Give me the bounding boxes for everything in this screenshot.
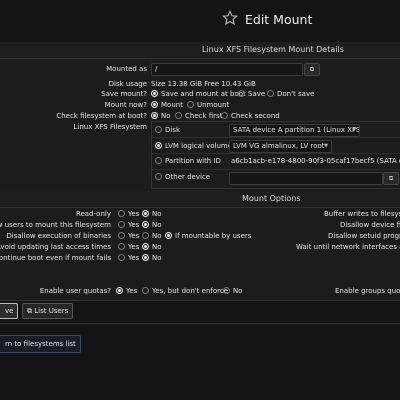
- mount-now-option-0[interactable]: Mount: [151, 100, 183, 109]
- radio-icon: [142, 253, 149, 261]
- radio-icon: [175, 111, 182, 119]
- mounted-as-input[interactable]: /: [151, 63, 303, 76]
- noexec-label: Disallow execution of binaries: [6, 232, 111, 240]
- save-mount-option-1[interactable]: Save: [238, 89, 265, 98]
- radio-icon: [151, 100, 158, 108]
- radio-icon: [118, 231, 125, 239]
- buffer-writes-label: Buffer writes to filesyste: [324, 210, 400, 218]
- group-quotas-label: Enable groups quota: [335, 287, 400, 295]
- noexec-option-no[interactable]: No: [142, 231, 162, 240]
- disk-select[interactable]: SATA device A partition 1 (Linux XFS) ▼: [229, 124, 360, 137]
- radio-icon: [142, 286, 149, 294]
- save-button[interactable]: ve: [0, 303, 19, 319]
- fs-source-option-other[interactable]: Other device: [155, 172, 210, 181]
- read-only-option-no[interactable]: No: [142, 209, 162, 218]
- mount-details-heading: Linux XFS Filesystem Mount Details: [202, 45, 344, 54]
- radio-icon: [155, 125, 162, 133]
- page-header: Edit Mount: [0, 0, 400, 40]
- disk-usage-label: Disk usage: [108, 80, 147, 88]
- fs-source-label: Linux XFS Filesystem: [73, 123, 147, 131]
- radio-icon: [142, 220, 149, 228]
- radio-icon: [165, 231, 172, 239]
- radio-icon: [142, 242, 149, 250]
- save-mount-option-0[interactable]: Save and mount at boot: [151, 89, 246, 98]
- mount-options-heading: Mount Options: [242, 194, 301, 203]
- radio-icon: [118, 220, 125, 228]
- fs-source-option-disk[interactable]: Disk: [155, 125, 180, 134]
- disallow-device-label: Disallow device fil: [340, 221, 400, 229]
- mounted-as-label: Mounted as: [106, 65, 147, 73]
- star-icon[interactable]: [222, 10, 238, 26]
- return-to-filesystems-button[interactable]: rn to filesystems list: [0, 335, 81, 353]
- nofail-option-yes[interactable]: Yes: [118, 253, 139, 262]
- lvm-select[interactable]: LVM VG almalinux, LV root ▼: [229, 140, 332, 153]
- noatime-option-no[interactable]: No: [142, 242, 162, 251]
- radio-icon: [151, 89, 158, 97]
- user-quotas-option-no-enforce[interactable]: Yes, but don't enforce: [142, 286, 228, 295]
- mount-details-header: Linux XFS Filesystem Mount Details: [0, 42, 400, 59]
- radio-icon: [187, 100, 194, 108]
- radio-icon: [155, 141, 162, 149]
- fs-source-option-lvm[interactable]: LVM logical volume: [155, 141, 232, 150]
- other-device-input[interactable]: [229, 172, 383, 185]
- page-title: Edit Mount: [245, 12, 313, 27]
- mounted-as-picker-button[interactable]: ⧉: [304, 63, 320, 76]
- radio-icon: [238, 89, 245, 97]
- user-quotas-label: Enable user quotas?: [39, 287, 111, 295]
- radio-icon: [142, 231, 149, 239]
- disk-usage-value: Size 13.38 GiB Free 10.43 GiB: [151, 80, 256, 88]
- file-picker-icon: ⧉: [388, 175, 394, 182]
- allow-users-label: Allow users to mount this filesystem: [0, 221, 111, 229]
- radio-icon: [267, 89, 274, 97]
- mounted-as-value: /: [155, 65, 158, 73]
- user-quotas-option-no[interactable]: No: [223, 286, 243, 295]
- radio-icon: [118, 209, 125, 217]
- radio-icon: [151, 111, 158, 119]
- check-fs-option-2[interactable]: Check second: [221, 111, 280, 120]
- radio-icon: [223, 286, 230, 294]
- fs-source-option-partition-id[interactable]: Partition with ID: [155, 156, 221, 165]
- allow-users-option-yes[interactable]: Yes: [118, 220, 139, 229]
- save-mount-option-2[interactable]: Don't save: [267, 89, 314, 98]
- allow-users-option-no[interactable]: No: [142, 220, 162, 229]
- radio-icon: [118, 242, 125, 250]
- chevron-down-icon: ▼: [324, 143, 328, 149]
- users-icon: ⧉: [27, 307, 32, 315]
- mount-now-option-1[interactable]: Unmount: [187, 100, 229, 109]
- check-fs-option-1[interactable]: Check first: [175, 111, 222, 120]
- radio-icon: [155, 172, 162, 180]
- file-picker-icon: ⧉: [309, 66, 315, 73]
- list-users-button[interactable]: ⧉ List Users: [22, 303, 74, 319]
- nofail-label: Continue boot even if mount fails: [0, 254, 111, 262]
- user-quotas-option-yes[interactable]: Yes: [116, 286, 137, 295]
- radio-icon: [155, 156, 162, 164]
- radio-icon: [221, 111, 228, 119]
- check-fs-label: Check filesystem at boot?: [56, 112, 147, 120]
- check-fs-option-0[interactable]: No: [151, 111, 171, 120]
- noexec-option-if-mountable[interactable]: If mountable by users: [165, 231, 251, 240]
- mount-now-label: Mount now?: [104, 101, 147, 109]
- nofail-option-no[interactable]: No: [142, 253, 162, 262]
- read-only-option-yes[interactable]: Yes: [118, 209, 139, 218]
- wait-network-label: Wait until network interfaces are u: [296, 243, 400, 251]
- chevron-down-icon: ▼: [352, 127, 356, 133]
- radio-icon: [142, 209, 149, 217]
- save-mount-label: Save mount?: [101, 90, 147, 98]
- other-device-picker-button[interactable]: ⧉: [383, 172, 399, 185]
- radio-icon: [116, 286, 123, 294]
- disallow-setuid-label: Disallow setuid program: [328, 232, 400, 240]
- noatime-label: Avoid updating last access times: [0, 243, 111, 251]
- noexec-option-yes[interactable]: Yes: [118, 231, 139, 240]
- partition-id-value: a6cb1acb-e178-4800-90f3-05caf17becf5 (SA…: [231, 157, 400, 165]
- radio-icon: [118, 253, 125, 261]
- read-only-label: Read-only: [75, 210, 111, 218]
- mount-options-header: Mount Options: [0, 191, 400, 208]
- noatime-option-yes[interactable]: Yes: [118, 242, 139, 251]
